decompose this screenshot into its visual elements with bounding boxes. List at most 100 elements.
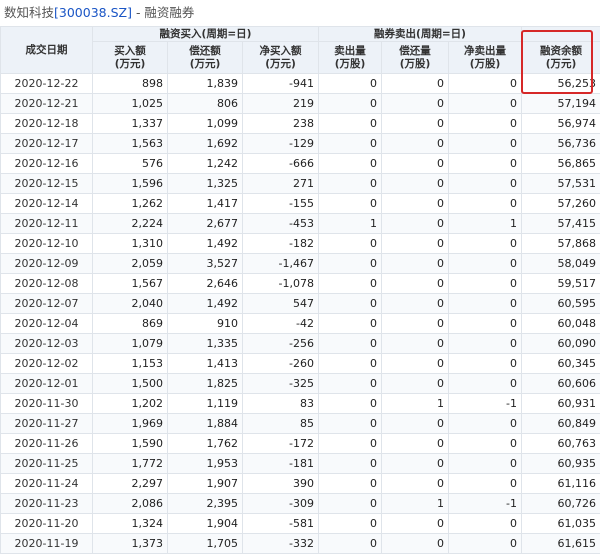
header-net-buy-amount[interactable]: 净买入额(万元): [243, 42, 319, 74]
stock-code-link[interactable]: [300038.SZ]: [54, 5, 132, 20]
header-margin-balance[interactable]: 融资余额(万元): [522, 42, 600, 74]
cell-net-buy-amount: 238: [243, 114, 319, 134]
cell-repay-amount: 1,825: [168, 374, 243, 394]
table-row: 2020-12-171,5631,692-12900056,736: [1, 134, 600, 154]
cell-net-buy-amount: 547: [243, 294, 319, 314]
cell-repay-amount: 1,904: [168, 514, 243, 534]
cell-date: 2020-12-11: [1, 214, 93, 234]
cell-repay-amount: 1,099: [168, 114, 243, 134]
cell-buy-amount: 1,567: [93, 274, 168, 294]
table-row: 2020-12-021,1531,413-26000060,345: [1, 354, 600, 374]
cell-margin-balance: 61,615: [522, 534, 600, 554]
cell-margin-balance: 57,260: [522, 194, 600, 214]
cell-date: 2020-12-02: [1, 354, 93, 374]
cell-margin-balance: 56,865: [522, 154, 600, 174]
page-title: 数知科技[300038.SZ] - 融资融券: [4, 4, 194, 22]
table-row: 2020-12-011,5001,825-32500060,606: [1, 374, 600, 394]
table-row: 2020-12-081,5672,646-1,07800059,517: [1, 274, 600, 294]
table-row: 2020-11-191,3731,705-33200061,615: [1, 534, 600, 554]
cell-date: 2020-12-21: [1, 94, 93, 114]
cell-net-buy-amount: -172: [243, 434, 319, 454]
cell-repay-amount: 910: [168, 314, 243, 334]
cell-sell-volume: 0: [319, 94, 382, 114]
cell-buy-amount: 1,310: [93, 234, 168, 254]
cell-date: 2020-11-25: [1, 454, 93, 474]
cell-net-buy-amount: 83: [243, 394, 319, 414]
table-row: 2020-11-271,9691,8848500060,849: [1, 414, 600, 434]
header-buy-amount[interactable]: 买入额(万元): [93, 42, 168, 74]
cell-net-buy-amount: -581: [243, 514, 319, 534]
cell-buy-amount: 869: [93, 314, 168, 334]
cell-net-sell-volume: 0: [449, 414, 522, 434]
header-repay-amount[interactable]: 偿还额(万元): [168, 42, 243, 74]
header-date[interactable]: 成交日期: [1, 27, 93, 74]
cell-repay-amount: 2,395: [168, 494, 243, 514]
cell-repay-volume: 0: [382, 74, 449, 94]
cell-net-sell-volume: 1: [449, 214, 522, 234]
table-row: 2020-11-261,5901,762-17200060,763: [1, 434, 600, 454]
cell-margin-balance: 57,415: [522, 214, 600, 234]
cell-repay-amount: 1,492: [168, 294, 243, 314]
cell-date: 2020-12-22: [1, 74, 93, 94]
cell-repay-amount: 1,762: [168, 434, 243, 454]
cell-margin-balance: 60,606: [522, 374, 600, 394]
cell-net-sell-volume: 0: [449, 374, 522, 394]
cell-buy-amount: 2,040: [93, 294, 168, 314]
cell-margin-balance: 56,736: [522, 134, 600, 154]
cell-repay-volume: 0: [382, 534, 449, 554]
cell-net-buy-amount: 219: [243, 94, 319, 114]
header-net-sell-volume[interactable]: 净卖出量(万股): [449, 42, 522, 74]
cell-buy-amount: 2,059: [93, 254, 168, 274]
cell-buy-amount: 1,025: [93, 94, 168, 114]
table-row: 2020-12-165761,242-66600056,865: [1, 154, 600, 174]
table-row: 2020-11-251,7721,953-18100060,935: [1, 454, 600, 474]
cell-margin-balance: 59,517: [522, 274, 600, 294]
header-group-short-sell: 融券卖出(周期=日): [319, 27, 522, 42]
cell-repay-amount: 1,492: [168, 234, 243, 254]
cell-margin-balance: 61,116: [522, 474, 600, 494]
cell-repay-volume: 0: [382, 274, 449, 294]
cell-date: 2020-12-14: [1, 194, 93, 214]
cell-repay-volume: 0: [382, 194, 449, 214]
cell-repay-volume: 0: [382, 154, 449, 174]
cell-repay-volume: 0: [382, 354, 449, 374]
table-row: 2020-12-072,0401,49254700060,595: [1, 294, 600, 314]
title-company: 数知科技: [4, 5, 54, 20]
cell-buy-amount: 1,324: [93, 514, 168, 534]
cell-net-buy-amount: -453: [243, 214, 319, 234]
cell-buy-amount: 898: [93, 74, 168, 94]
cell-buy-amount: 2,224: [93, 214, 168, 234]
cell-repay-amount: 1,953: [168, 454, 243, 474]
cell-buy-amount: 2,086: [93, 494, 168, 514]
cell-repay-volume: 1: [382, 394, 449, 414]
table-row: 2020-12-092,0593,527-1,46700058,049: [1, 254, 600, 274]
cell-net-sell-volume: 0: [449, 174, 522, 194]
cell-net-sell-volume: -1: [449, 394, 522, 414]
cell-net-sell-volume: 0: [449, 314, 522, 334]
cell-sell-volume: 0: [319, 474, 382, 494]
cell-sell-volume: 0: [319, 334, 382, 354]
cell-net-buy-amount: -1,078: [243, 274, 319, 294]
cell-date: 2020-12-16: [1, 154, 93, 174]
cell-sell-volume: 0: [319, 494, 382, 514]
cell-date: 2020-12-03: [1, 334, 93, 354]
header-sell-volume[interactable]: 卖出量(万股): [319, 42, 382, 74]
cell-repay-amount: 3,527: [168, 254, 243, 274]
cell-net-buy-amount: -42: [243, 314, 319, 334]
cell-net-buy-amount: 271: [243, 174, 319, 194]
margin-trading-table: 成交日期 融资买入(周期=日) 融券卖出(周期=日) 买入额(万元)偿还额(万元…: [0, 26, 600, 554]
cell-sell-volume: 0: [319, 534, 382, 554]
cell-net-sell-volume: 0: [449, 134, 522, 154]
header-repay-volume[interactable]: 偿还量(万股): [382, 42, 449, 74]
cell-sell-volume: 0: [319, 314, 382, 334]
cell-repay-volume: 0: [382, 234, 449, 254]
cell-net-sell-volume: 0: [449, 114, 522, 134]
cell-repay-volume: 0: [382, 214, 449, 234]
cell-repay-amount: 1,119: [168, 394, 243, 414]
cell-net-buy-amount: 390: [243, 474, 319, 494]
cell-net-sell-volume: 0: [449, 334, 522, 354]
cell-repay-volume: 0: [382, 314, 449, 334]
cell-sell-volume: 0: [319, 174, 382, 194]
cell-repay-volume: 0: [382, 434, 449, 454]
cell-repay-volume: 1: [382, 494, 449, 514]
